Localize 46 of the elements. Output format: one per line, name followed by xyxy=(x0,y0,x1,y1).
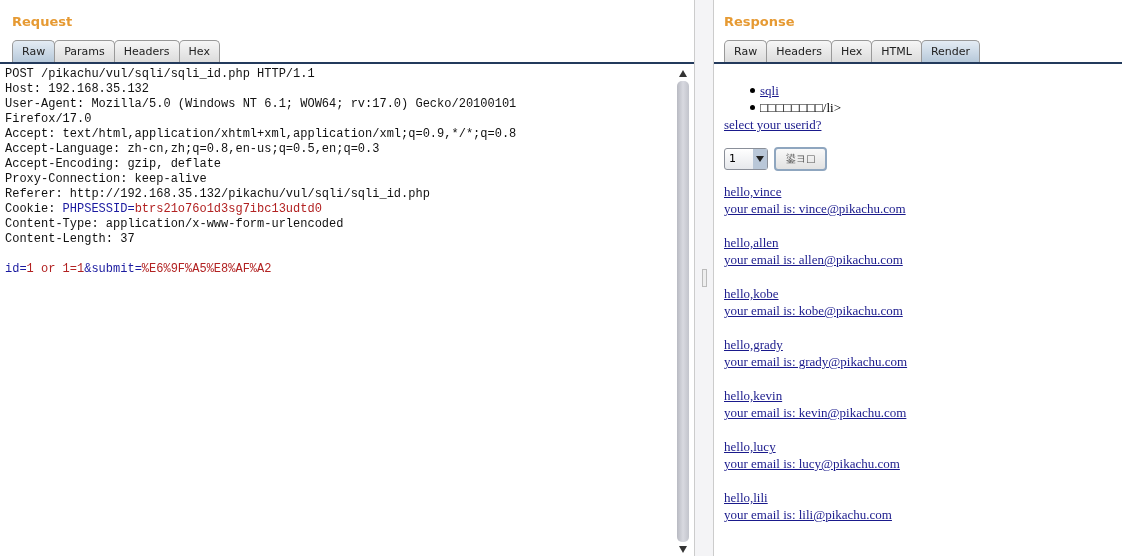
tab[interactable]: Params xyxy=(54,40,115,62)
email-link[interactable]: your email is: lucy@pikachu.com xyxy=(724,456,900,471)
code-line: Referer: http://192.168.35.132/pikachu/vul/sqli/sqli_id.php xyxy=(5,187,430,201)
bullet-icon xyxy=(750,105,755,110)
scrollbar-thumb[interactable] xyxy=(677,81,689,542)
dropdown-arrow-icon xyxy=(756,156,764,162)
userid-dropdown[interactable]: 1 xyxy=(724,148,768,170)
code-line: POST /pikachu/vul/sqli/sqli_id.php HTTP/1.1 xyxy=(5,67,315,81)
email-link[interactable]: your email is: vince@pikachu.com xyxy=(724,201,906,216)
query-button[interactable]: 鍙ヨ□ xyxy=(774,147,828,171)
tab[interactable]: Hex xyxy=(178,40,220,62)
tab[interactable]: HTML xyxy=(871,40,922,62)
greeting-link[interactable]: hello,lili xyxy=(724,490,768,505)
email-link[interactable]: your email is: allen@pikachu.com xyxy=(724,252,903,267)
splitter-handle[interactable] xyxy=(701,269,707,287)
greeting-link[interactable]: hello,grady xyxy=(724,337,783,352)
code-line: User-Agent: Mozilla/5.0 (Windows NT 6.1; WOW64; rv:17.0) Gecko/20100101 xyxy=(5,97,517,111)
code-line: Content-Type: application/x-www-form-urlencoded xyxy=(5,217,344,231)
greeting-link[interactable]: hello,lucy xyxy=(724,439,776,454)
greeting-link[interactable]: hello,kevin xyxy=(724,388,783,403)
tab[interactable]: Hex xyxy=(830,40,873,62)
email-link[interactable]: your email is: kevin@pikachu.com xyxy=(724,405,907,420)
code-line: Firefox/17.0 xyxy=(5,112,92,126)
bullet-icon xyxy=(750,88,755,93)
link[interactable]: sqli xyxy=(760,82,779,99)
code-line: Cookie: PHPSESSID=btrs21o76o1d3sg7ibc13udtd0 xyxy=(5,202,322,216)
tab[interactable]: Raw xyxy=(724,40,768,62)
greeting-link[interactable]: hello,vince xyxy=(724,184,782,199)
email-link[interactable]: your email is: kobe@pikachu.com xyxy=(724,303,903,318)
code-line: Accept-Encoding: gzip, deflate xyxy=(5,157,222,171)
code-line: id=1 or 1=1&submit=%E6%9F%A5%E8%AF%A2 xyxy=(5,262,272,276)
code-line: Accept-Language: zh-cn,zh;q=0.8,en-us;q=0.5,en;q=0.3 xyxy=(5,142,380,156)
tab[interactable]: Raw xyxy=(12,40,56,62)
link[interactable]: select your userid? xyxy=(724,117,822,132)
tab[interactable]: Render xyxy=(920,40,981,62)
code-line: Proxy-Connection: keep-alive xyxy=(5,172,207,186)
email-link[interactable]: your email is: lili@pikachu.com xyxy=(724,507,892,522)
tab[interactable]: Headers xyxy=(113,40,180,62)
list-text: □□□□□□□□/li> xyxy=(760,99,841,116)
greeting-link[interactable]: hello,kobe xyxy=(724,286,779,301)
code-line: Content-Length: 37 xyxy=(5,232,135,246)
tab[interactable]: Headers xyxy=(766,40,832,62)
code-line: Host: 192.168.35.132 xyxy=(5,82,150,96)
code-line: Accept: text/html,application/xhtml+xml,application/xml;q=0.9,*/*;q=0.8 xyxy=(5,127,517,141)
email-link[interactable]: your email is: grady@pikachu.com xyxy=(724,354,908,369)
greeting-link[interactable]: hello,allen xyxy=(724,235,779,250)
